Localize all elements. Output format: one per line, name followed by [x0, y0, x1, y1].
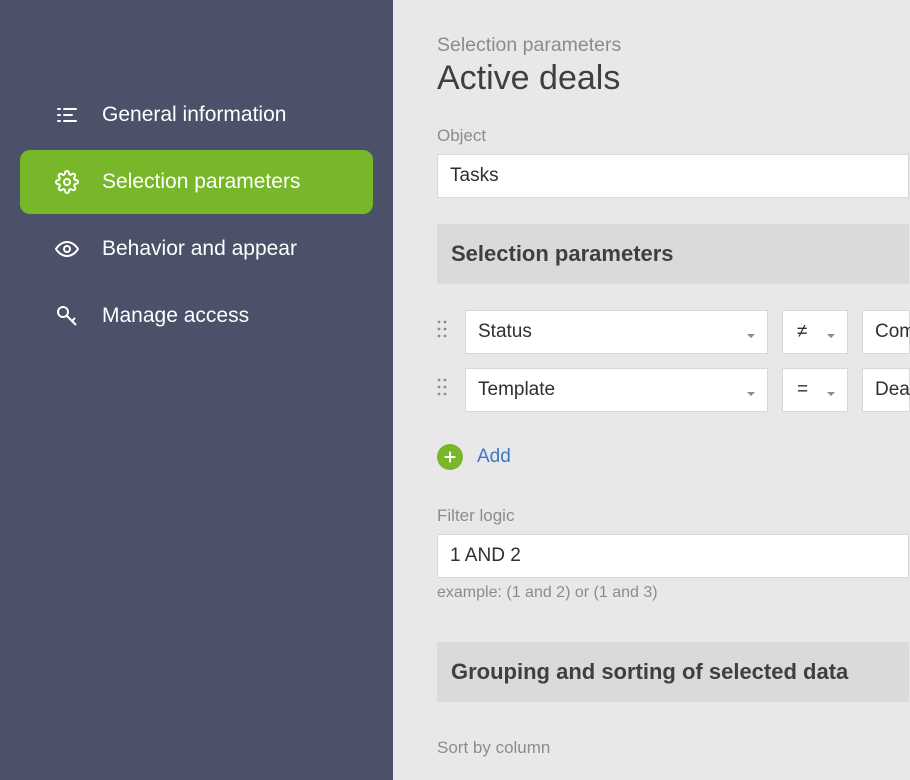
section-selection-parameters: Selection parameters: [437, 224, 909, 284]
filter-row: Status ≠ Comp: [437, 310, 910, 354]
gear-icon: [54, 169, 80, 195]
add-filter-button[interactable]: Add: [437, 444, 910, 470]
filter-operator-value: =: [797, 379, 808, 401]
filter-logic-example: example: (1 and 2) or (1 and 3): [437, 584, 910, 602]
filter-field-value: Status: [478, 321, 532, 343]
breadcrumb: Selection parameters: [437, 34, 910, 57]
sidebar-item-label: General information: [102, 103, 286, 127]
main-panel: Selection parameters Active deals Object…: [393, 0, 910, 780]
key-icon: [54, 303, 80, 329]
filter-value-select[interactable]: Deal: [862, 368, 910, 412]
filter-value: Comp: [875, 321, 910, 343]
sidebar-item-label: Behavior and appear: [102, 237, 297, 261]
object-label: Object: [437, 126, 910, 146]
sidebar-item-behavior-appear[interactable]: Behavior and appear: [20, 217, 373, 281]
sidebar: General information Selection parameters…: [0, 0, 393, 780]
filter-operator-select[interactable]: =: [782, 368, 848, 412]
caret-down-icon: [745, 326, 757, 338]
sort-by-label: Sort by column: [437, 738, 910, 758]
filter-operator-select[interactable]: ≠: [782, 310, 848, 354]
filter-field-value: Template: [478, 379, 555, 401]
eye-icon: [54, 236, 80, 262]
section-grouping-sorting: Grouping and sorting of selected data: [437, 642, 909, 702]
caret-down-icon: [825, 384, 837, 396]
sidebar-item-manage-access[interactable]: Manage access: [20, 284, 373, 348]
filter-row: Template = Deal: [437, 368, 910, 412]
filter-logic-label: Filter logic: [437, 506, 910, 526]
sidebar-item-label: Selection parameters: [102, 170, 300, 194]
drag-handle-icon[interactable]: [437, 378, 451, 402]
filter-operator-value: ≠: [797, 321, 807, 343]
plus-circle-icon: [437, 444, 463, 470]
filter-field-select[interactable]: Status: [465, 310, 768, 354]
drag-handle-icon[interactable]: [437, 320, 451, 344]
filter-logic-input[interactable]: 1 AND 2: [437, 534, 909, 578]
sidebar-item-general-information[interactable]: General information: [20, 83, 373, 147]
sidebar-item-label: Manage access: [102, 304, 249, 328]
caret-down-icon: [825, 326, 837, 338]
object-select[interactable]: Tasks: [437, 154, 909, 198]
object-value: Tasks: [450, 165, 499, 187]
filter-value: Deal: [875, 379, 910, 401]
sidebar-item-selection-parameters[interactable]: Selection parameters: [20, 150, 373, 214]
page-title: Active deals: [437, 59, 910, 98]
filter-logic-value: 1 AND 2: [450, 545, 521, 567]
add-filter-label: Add: [477, 446, 511, 468]
list-icon: [54, 102, 80, 128]
filter-value-select[interactable]: Comp: [862, 310, 910, 354]
caret-down-icon: [745, 384, 757, 396]
filter-field-select[interactable]: Template: [465, 368, 768, 412]
